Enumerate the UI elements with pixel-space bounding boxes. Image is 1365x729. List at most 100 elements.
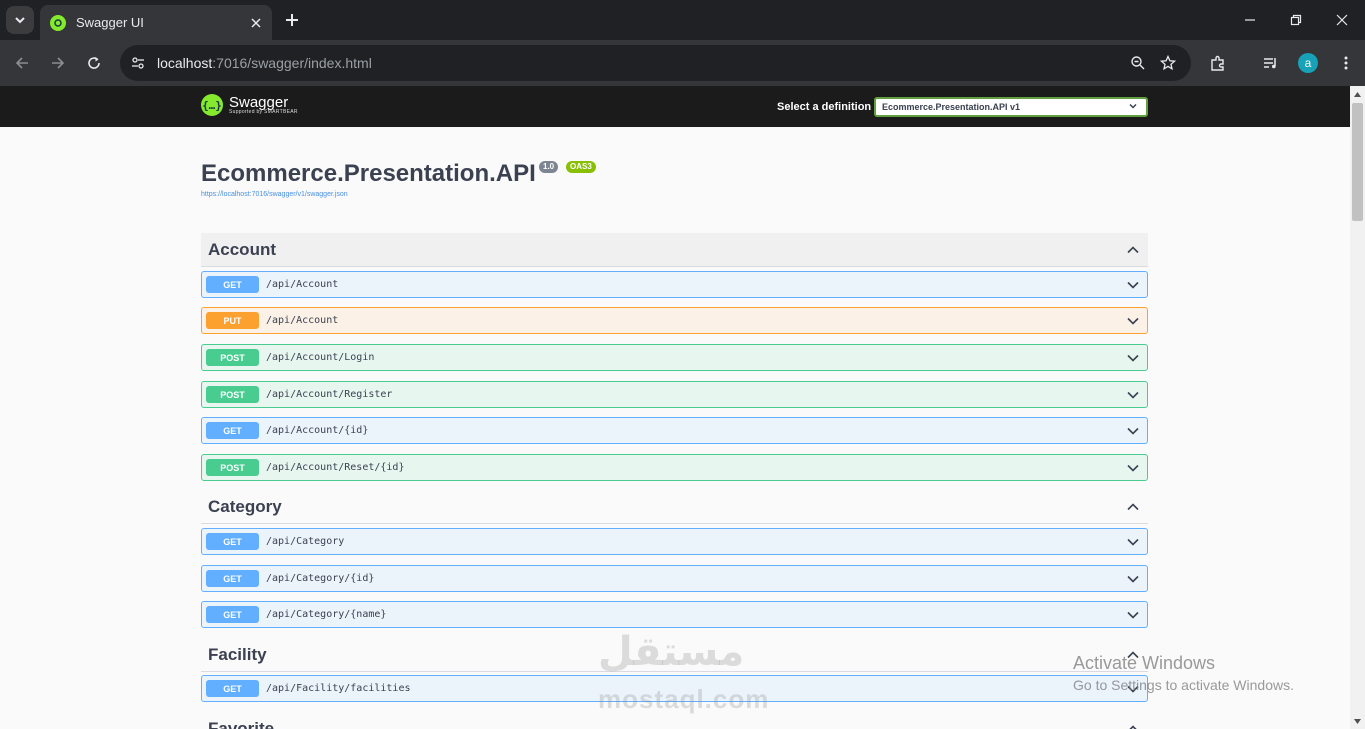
close-icon	[1336, 14, 1348, 26]
star-icon	[1160, 55, 1176, 71]
bookmark-button[interactable]	[1153, 48, 1183, 78]
profile-button[interactable]: a	[1293, 48, 1323, 78]
chevron-up-icon[interactable]	[1118, 492, 1148, 522]
scrollbar-thumb[interactable]	[1352, 103, 1363, 221]
chevron-down-icon	[15, 17, 25, 24]
operation-path: /api/Account/Login	[266, 352, 375, 363]
tag-name: Account	[208, 239, 276, 259]
avatar: a	[1298, 53, 1318, 73]
zoom-button[interactable]	[1123, 48, 1153, 78]
operation-get-category[interactable]: GET /api/Category	[201, 528, 1148, 555]
operation-get-account[interactable]: GET /api/Account	[201, 271, 1148, 298]
operation-path: /api/Category/{name}	[266, 609, 387, 620]
forward-button[interactable]	[43, 48, 73, 78]
browser-menu-button[interactable]	[1331, 48, 1361, 78]
tab-close-icon[interactable]	[246, 13, 266, 33]
operation-put-account[interactable]: PUT /api/Account	[201, 307, 1148, 334]
watermark-logo: مستقل	[598, 630, 745, 674]
address-bar[interactable]: localhost:7016/swagger/index.html	[120, 45, 1191, 81]
swagger-logo-icon: {…}	[201, 94, 223, 116]
operation-post-account-register[interactable]: POST /api/Account/Register	[201, 381, 1148, 408]
operation-path: /api/Account	[266, 315, 339, 326]
chevron-down-icon[interactable]	[1121, 346, 1145, 370]
watermark-site: mostaql.com	[598, 684, 770, 714]
method-badge: GET	[206, 570, 259, 587]
minimize-button[interactable]	[1227, 0, 1273, 40]
reload-button[interactable]	[79, 48, 109, 78]
operation-get-category-name[interactable]: GET /api/Category/{name}	[201, 601, 1148, 628]
tab-search-button[interactable]	[6, 6, 34, 34]
tag-name: Category	[208, 496, 282, 516]
chevron-down-icon[interactable]	[1121, 419, 1145, 443]
method-badge: GET	[206, 680, 259, 697]
definition-select[interactable]: Ecommerce.Presentation.API v1	[874, 97, 1148, 117]
operation-path: /api/Account	[266, 279, 339, 290]
extensions-button[interactable]	[1203, 48, 1233, 78]
activate-windows-title: Activate Windows	[1073, 653, 1216, 673]
minimize-icon	[1245, 19, 1255, 21]
swagger-logo-text: Swagger	[229, 94, 289, 111]
site-info-icon[interactable]	[125, 50, 151, 76]
definition-label: Select a definition	[777, 101, 872, 113]
browser-tab-bar: Swagger UI	[0, 0, 1365, 40]
tag-name: Favorite	[208, 718, 275, 729]
method-badge: GET	[206, 422, 259, 439]
restore-icon	[1290, 14, 1302, 26]
chevron-down-icon[interactable]	[1121, 273, 1145, 297]
chevron-up-icon[interactable]	[1118, 235, 1148, 265]
chevron-down-icon[interactable]	[1121, 567, 1145, 591]
api-title: Ecommerce.Presentation.API	[201, 160, 536, 187]
tag-header-category[interactable]: Category	[201, 490, 1148, 524]
method-badge: GET	[206, 606, 259, 623]
puzzle-icon	[1211, 55, 1224, 71]
plus-icon	[286, 14, 298, 26]
swagger-logo-subtext: Supported by SMARTBEAR	[229, 109, 298, 115]
spec-url-link[interactable]: https://localhost:7016/swagger/v1/swagge…	[201, 191, 348, 198]
scroll-down-arrow-icon[interactable]	[1352, 715, 1363, 727]
restore-button[interactable]	[1273, 0, 1319, 40]
method-badge: GET	[206, 276, 259, 293]
chevron-down-icon[interactable]	[1121, 603, 1145, 627]
operation-path: /api/Category/{id}	[266, 573, 375, 584]
operation-path: /api/Account/Register	[266, 389, 393, 400]
tag-header-account[interactable]: Account	[201, 233, 1148, 267]
method-badge: POST	[206, 349, 259, 366]
operation-path: /api/Account/Reset/{id}	[266, 462, 405, 473]
operation-post-account-login[interactable]: POST /api/Account/Login	[201, 344, 1148, 371]
oas-badge: OAS3	[566, 161, 596, 173]
browser-tab[interactable]: Swagger UI	[40, 5, 272, 40]
version-badge: 1.0	[539, 161, 559, 173]
back-button[interactable]	[7, 48, 37, 78]
method-badge: PUT	[206, 312, 259, 329]
method-badge: POST	[206, 459, 259, 476]
arrow-right-icon	[52, 57, 65, 69]
operation-path: /api/Account/{id}	[266, 425, 369, 436]
chevron-up-icon[interactable]	[1118, 714, 1148, 729]
more-vertical-icon	[1344, 56, 1348, 70]
zoom-out-icon	[1131, 56, 1145, 70]
method-badge: GET	[206, 533, 259, 550]
arrow-left-icon	[15, 57, 28, 69]
url-path: :7016/swagger/index.html	[212, 55, 372, 71]
operation-path: /api/Category	[266, 536, 345, 547]
swagger-logo[interactable]: {…} Swagger Supported by SMARTBEAR	[201, 94, 298, 116]
swagger-favicon-icon	[50, 14, 66, 31]
method-badge: POST	[206, 386, 259, 403]
chevron-down-icon	[1129, 103, 1137, 109]
scroll-up-arrow-icon[interactable]	[1352, 88, 1363, 100]
url-host: localhost	[157, 55, 213, 71]
operation-post-account-reset[interactable]: POST /api/Account/Reset/{id}	[201, 454, 1148, 481]
close-window-button[interactable]	[1319, 0, 1365, 40]
playlist-icon	[1264, 58, 1276, 69]
chevron-down-icon[interactable]	[1121, 309, 1145, 333]
operation-get-category-id[interactable]: GET /api/Category/{id}	[201, 565, 1148, 592]
operation-get-account-id[interactable]: GET /api/Account/{id}	[201, 417, 1148, 444]
url-text: localhost:7016/swagger/index.html	[157, 55, 1123, 71]
tab-title: Swagger UI	[76, 15, 144, 30]
new-tab-button[interactable]	[280, 8, 304, 32]
chevron-down-icon[interactable]	[1121, 530, 1145, 554]
chevron-down-icon[interactable]	[1121, 383, 1145, 407]
media-control-button[interactable]	[1256, 48, 1286, 78]
chevron-down-icon[interactable]	[1121, 456, 1145, 480]
definition-select-value: Ecommerce.Presentation.API v1	[882, 102, 1021, 112]
